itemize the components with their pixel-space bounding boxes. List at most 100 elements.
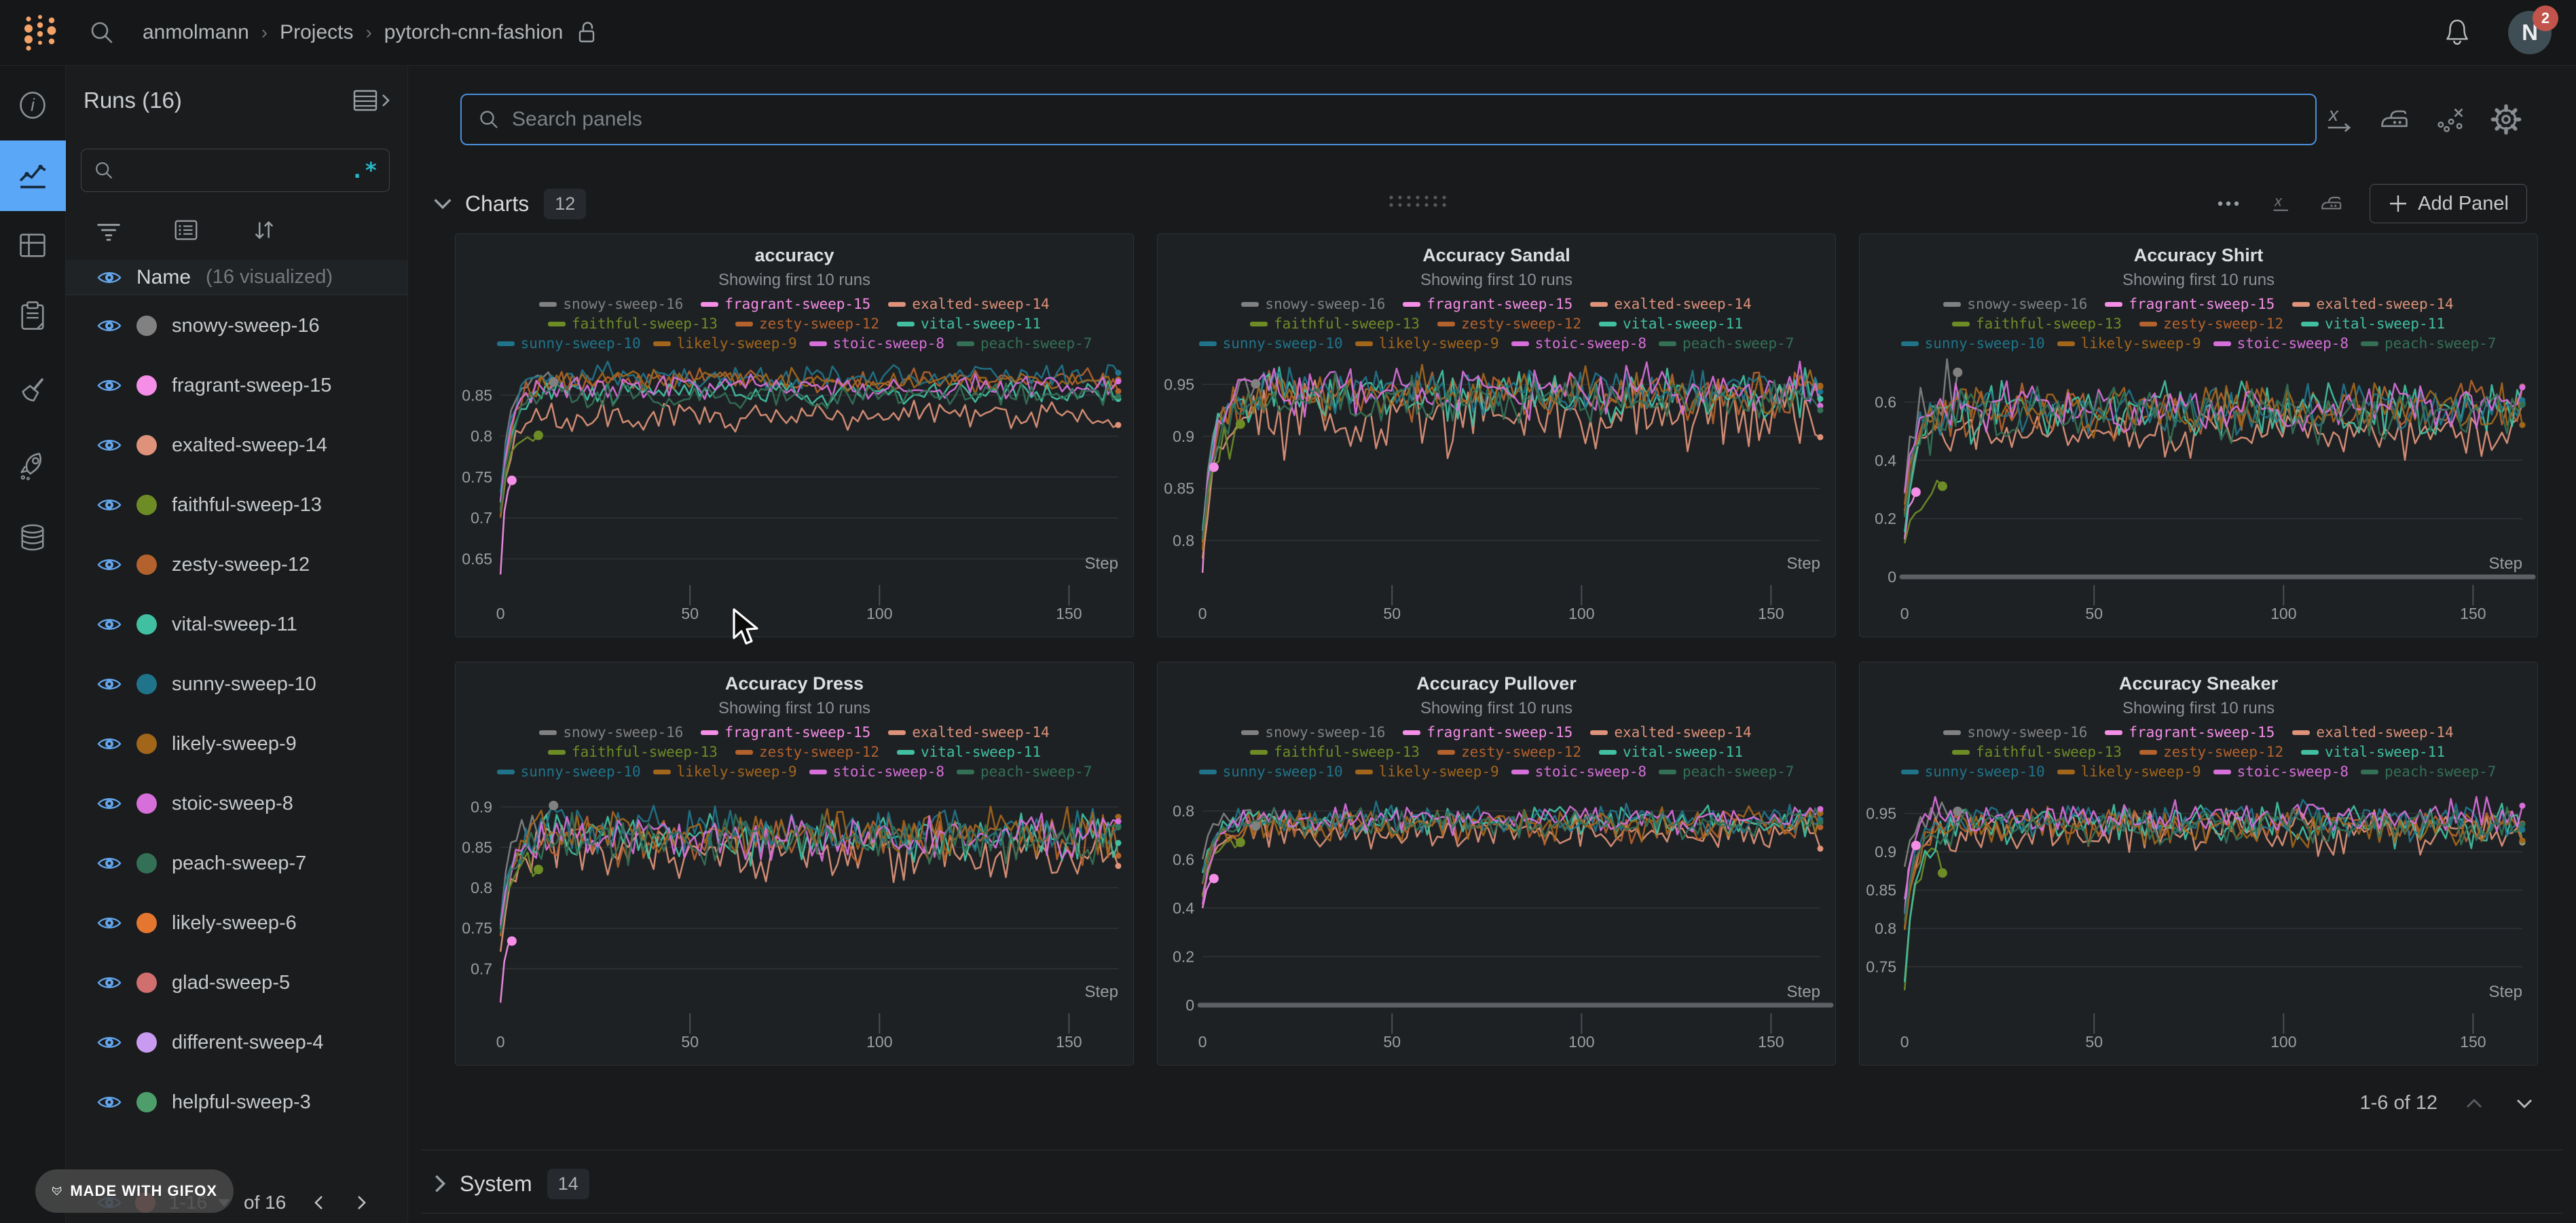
legend-item[interactable]: likely-sweep-9 (653, 335, 797, 352)
legend-item[interactable]: fragrant-sweep-15 (1403, 296, 1572, 312)
run-name[interactable]: glad-sweep-5 (172, 972, 290, 994)
line-chart-plot[interactable]: 00.20.40.6050100150Step (1860, 353, 2537, 624)
eye-icon[interactable] (97, 377, 122, 394)
run-name[interactable]: vital-sweep-11 (172, 614, 297, 636)
runs-list-header[interactable]: Name (16 visualized) (66, 260, 407, 295)
legend-item[interactable]: fragrant-sweep-15 (2105, 724, 2275, 740)
wandb-logo[interactable] (20, 12, 60, 54)
x-axis-settings-icon[interactable]: x (2323, 103, 2355, 136)
eye-icon[interactable] (97, 1034, 122, 1051)
run-name[interactable]: likely-sweep-6 (172, 912, 297, 935)
launch-rocket-icon[interactable] (16, 449, 49, 482)
run-row[interactable]: exalted-sweep-14 (66, 415, 407, 475)
run-name[interactable]: sunny-sweep-10 (172, 673, 316, 696)
legend-item[interactable]: stoic-sweep-8 (1511, 335, 1646, 352)
run-name[interactable]: snowy-sweep-16 (172, 315, 320, 337)
run-row[interactable]: glad-sweep-5 (66, 953, 407, 1013)
legend-item[interactable]: zesty-sweep-12 (2139, 316, 2283, 332)
expand-runs-table-icon[interactable] (350, 86, 392, 115)
line-chart-plot[interactable]: 0.80.850.90.95050100150Step (1158, 353, 1835, 624)
global-search-icon[interactable] (87, 18, 117, 48)
legend-item[interactable]: peach-sweep-7 (1659, 335, 1794, 352)
toggle-all-visibility[interactable] (97, 269, 122, 286)
run-row[interactable]: peach-sweep-7 (66, 833, 407, 893)
panel-search-input[interactable] (512, 108, 2300, 131)
run-row[interactable]: different-sweep-4 (66, 1013, 407, 1072)
workspace-charts-tab-selected[interactable] (0, 140, 66, 211)
eye-icon[interactable] (97, 675, 122, 693)
legend-item[interactable]: zesty-sweep-12 (735, 744, 879, 760)
legend-item[interactable]: exalted-sweep-14 (2292, 296, 2453, 312)
legend-item[interactable]: fragrant-sweep-15 (1403, 724, 1572, 740)
legend-item[interactable]: vital-sweep-11 (897, 316, 1041, 332)
run-row[interactable]: vital-sweep-11 (66, 595, 407, 654)
run-row[interactable]: faithful-sweep-13 (66, 475, 407, 535)
jobs-clipboard-icon[interactable] (16, 300, 49, 333)
legend-item[interactable]: likely-sweep-9 (653, 764, 797, 780)
legend-item[interactable]: peach-sweep-7 (957, 335, 1092, 352)
breadcrumb-user[interactable]: anmolmann (143, 21, 249, 44)
chart-panel-accuracy-shirt[interactable]: Accuracy ShirtShowing first 10 runssnowy… (1859, 233, 2538, 637)
legend-item[interactable]: vital-sweep-11 (1599, 316, 1743, 332)
legend-item[interactable]: snowy-sweep-16 (539, 296, 683, 312)
legend-item[interactable]: vital-sweep-11 (1599, 744, 1743, 760)
legend-item[interactable]: zesty-sweep-12 (1437, 744, 1581, 760)
legend-item[interactable]: snowy-sweep-16 (1943, 724, 2087, 740)
filter-icon[interactable] (94, 216, 123, 244)
prev-page-icon[interactable] (310, 1192, 328, 1213)
run-name[interactable]: zesty-sweep-12 (172, 554, 310, 576)
legend-item[interactable]: zesty-sweep-12 (735, 316, 879, 332)
legend-item[interactable]: peach-sweep-7 (2361, 764, 2496, 780)
legend-item[interactable]: likely-sweep-9 (1355, 335, 1499, 352)
notifications-bell-icon[interactable] (2442, 17, 2473, 48)
chart-panel-accuracy-dress[interactable]: Accuracy DressShowing first 10 runssnowy… (455, 662, 1134, 1066)
page-down-icon[interactable] (2511, 1093, 2538, 1114)
legend-item[interactable]: stoic-sweep-8 (1511, 764, 1646, 780)
runs-search-input[interactable] (115, 160, 350, 181)
legend-item[interactable]: faithful-sweep-13 (1952, 744, 2122, 760)
legend-item[interactable]: snowy-sweep-16 (539, 724, 683, 740)
legend-item[interactable]: vital-sweep-11 (2301, 744, 2445, 760)
section-drag-handle[interactable] (1386, 192, 1451, 210)
legend-item[interactable]: fragrant-sweep-15 (701, 296, 870, 312)
eye-icon[interactable] (97, 795, 122, 812)
avatar[interactable]: N 2 (2508, 11, 2552, 54)
legend-item[interactable]: faithful-sweep-13 (548, 316, 718, 332)
legend-item[interactable]: snowy-sweep-16 (1241, 724, 1385, 740)
eye-icon[interactable] (97, 974, 122, 992)
settings-gear-icon[interactable] (2490, 103, 2522, 136)
sort-icon[interactable] (249, 216, 278, 244)
legend-item[interactable]: sunny-sweep-10 (1901, 764, 2045, 780)
legend-item[interactable]: stoic-sweep-8 (2213, 764, 2349, 780)
line-chart-plot[interactable]: 00.20.40.60.8050100150Step (1158, 781, 1835, 1053)
run-name[interactable]: stoic-sweep-8 (172, 793, 293, 815)
legend-item[interactable]: zesty-sweep-12 (1437, 316, 1581, 332)
charts-section-title[interactable]: Charts (465, 191, 529, 217)
legend-item[interactable]: sunny-sweep-10 (1901, 335, 2045, 352)
breadcrumb-projects[interactable]: Projects (280, 21, 353, 44)
system-section-title[interactable]: System (460, 1171, 532, 1197)
next-page-icon[interactable] (352, 1192, 370, 1213)
overview-info-icon[interactable]: i (16, 89, 49, 121)
smoothing-iron-icon[interactable] (2378, 103, 2411, 136)
run-row[interactable]: zesty-sweep-12 (66, 535, 407, 595)
run-name[interactable]: exalted-sweep-14 (172, 434, 327, 457)
run-row[interactable]: helpful-sweep-3 (66, 1072, 407, 1132)
legend-item[interactable]: stoic-sweep-8 (809, 335, 944, 352)
legend-item[interactable]: sunny-sweep-10 (497, 764, 641, 780)
run-name[interactable]: faithful-sweep-13 (172, 494, 322, 516)
sweeps-broom-icon[interactable] (16, 375, 49, 407)
line-chart-plot[interactable]: 0.70.750.80.850.9050100150Step (456, 781, 1133, 1053)
chart-panel-accuracy-sneaker[interactable]: Accuracy SneakerShowing first 10 runssno… (1859, 662, 2538, 1066)
eye-icon[interactable] (97, 436, 122, 454)
legend-item[interactable]: faithful-sweep-13 (1250, 744, 1420, 760)
legend-item[interactable]: sunny-sweep-10 (1199, 764, 1343, 780)
legend-item[interactable]: exalted-sweep-14 (1590, 724, 1751, 740)
legend-item[interactable]: exalted-sweep-14 (2292, 724, 2453, 740)
legend-item[interactable]: exalted-sweep-14 (1590, 296, 1751, 312)
legend-item[interactable]: faithful-sweep-13 (548, 744, 718, 760)
run-name[interactable]: helpful-sweep-3 (172, 1091, 311, 1114)
legend-item[interactable]: vital-sweep-11 (2301, 316, 2445, 332)
run-row[interactable]: likely-sweep-6 (66, 893, 407, 953)
legend-item[interactable]: sunny-sweep-10 (497, 335, 641, 352)
